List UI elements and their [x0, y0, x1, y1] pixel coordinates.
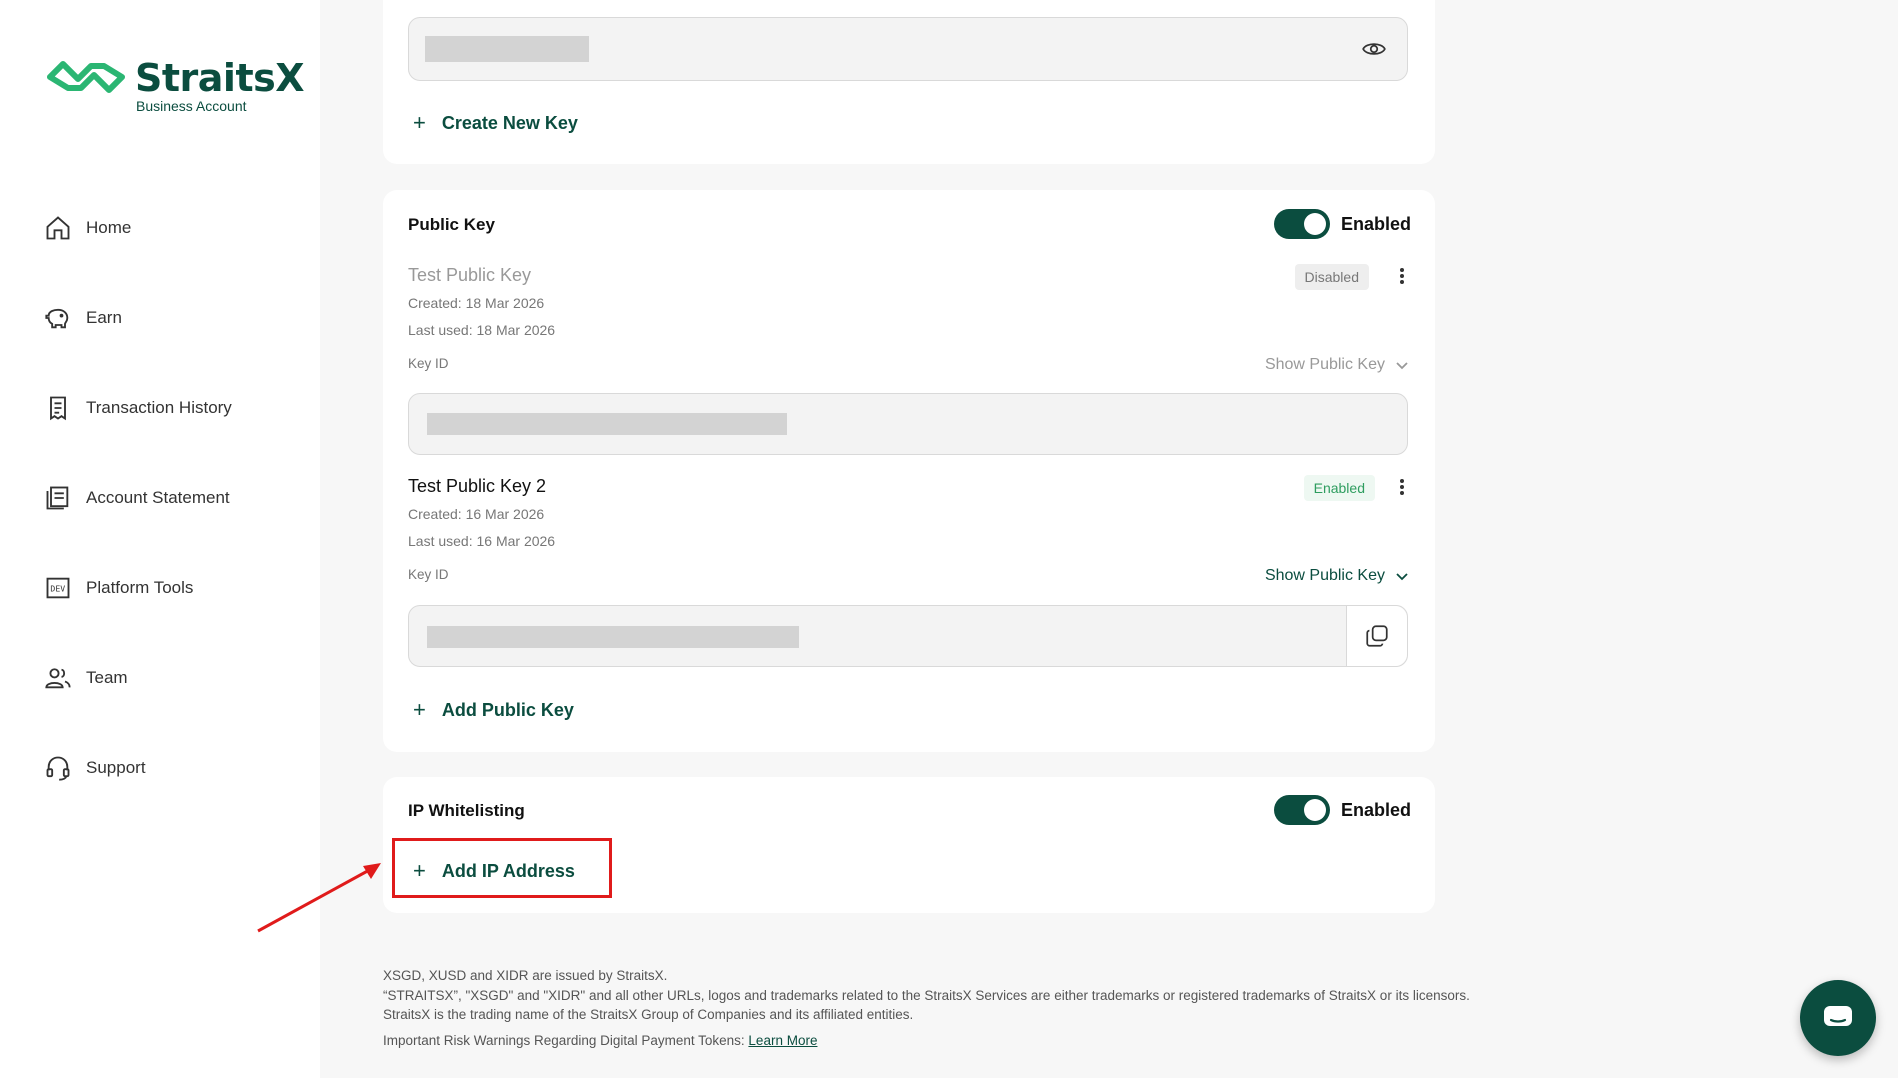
chat-button[interactable]	[1800, 980, 1876, 1056]
statement-icon	[46, 486, 69, 510]
more-options-icon[interactable]	[1399, 266, 1405, 286]
api-key-card: + Create New Key	[383, 0, 1435, 164]
sidebar-item-transaction-history[interactable]: Transaction History	[44, 386, 232, 430]
sidebar-item-home[interactable]: Home	[44, 206, 232, 250]
status-badge: Disabled	[1294, 264, 1369, 290]
public-key-card: Public Key Enabled Test Public Key Creat…	[383, 190, 1435, 752]
brand-name: StraitsX	[135, 56, 305, 100]
footer-risk-warning: Important Risk Warnings Regarding Digita…	[383, 1031, 1470, 1051]
show-public-key-label: Show Public Key	[1264, 356, 1385, 373]
sidebar-item-label: Earn	[86, 308, 122, 327]
receipt-icon	[50, 396, 66, 421]
sidebar-item-account-statement[interactable]: Account Statement	[44, 476, 232, 520]
public-key-title: Public Key	[408, 215, 495, 234]
key-created: Created: 16 Mar 2026	[408, 506, 545, 522]
more-options-icon[interactable]	[1399, 477, 1405, 497]
create-new-key-label: Create New Key	[441, 112, 578, 133]
sidebar-nav: Home Earn Transaction History Account St…	[44, 206, 232, 836]
headset-icon	[46, 756, 70, 781]
create-new-key-button[interactable]: + Create New Key	[413, 110, 578, 136]
key-created: Created: 18 Mar 2026	[408, 295, 545, 311]
sidebar-item-earn[interactable]: Earn	[44, 296, 232, 340]
sidebar-item-label: Team	[86, 668, 128, 687]
masked-key	[427, 413, 787, 435]
dev-icon: DEV	[46, 577, 70, 599]
copy-icon	[1366, 625, 1388, 647]
sidebar-item-label: Home	[86, 218, 132, 237]
public-key-field	[408, 605, 1408, 667]
public-key-field	[408, 393, 1408, 455]
add-public-key-label: Add Public Key	[441, 699, 574, 720]
key-id-label: Key ID	[408, 356, 449, 371]
show-public-key-label: Show Public Key	[1264, 567, 1385, 584]
show-public-key-button[interactable]: Show Public Key	[1265, 567, 1409, 585]
footer-line: StraitsX is the trading name of the Stra…	[383, 1007, 914, 1022]
key-id-label: Key ID	[408, 567, 449, 582]
sidebar-item-support[interactable]: Support	[44, 746, 232, 790]
sidebar-item-label: Platform Tools	[86, 578, 194, 597]
plus-icon: +	[413, 697, 426, 722]
toggle-label: Enabled	[1340, 799, 1411, 820]
learn-more-link[interactable]: Learn More	[748, 1033, 817, 1048]
toggle-switch[interactable]	[1273, 795, 1330, 825]
footer-line: XSGD, XUSD and XIDR are issued by Strait…	[383, 968, 668, 983]
eye-icon[interactable]	[1361, 36, 1387, 62]
sidebar-item-label: Support	[86, 758, 146, 777]
straitsx-logo-mark	[47, 61, 125, 93]
annotation-arrow	[257, 863, 381, 933]
show-public-key-button[interactable]: Show Public Key	[1265, 356, 1409, 374]
key-last-used: Last used: 16 Mar 2026	[408, 533, 556, 549]
masked-key	[427, 626, 799, 648]
key-last-used: Last used: 18 Mar 2026	[408, 322, 556, 338]
team-icon	[45, 668, 71, 689]
copy-button[interactable]	[1346, 606, 1407, 666]
chat-icon	[1824, 1006, 1852, 1026]
sidebar-item-team[interactable]: Team	[44, 656, 232, 700]
masked-key	[425, 36, 589, 62]
key-name: Test Public Key	[408, 265, 532, 285]
add-public-key-button[interactable]: + Add Public Key	[413, 697, 574, 723]
brand-subtitle: Business Account	[136, 98, 247, 114]
toggle-label: Enabled	[1340, 213, 1411, 234]
api-key-field	[408, 17, 1408, 81]
toggle-switch[interactable]	[1273, 209, 1330, 239]
svg-text:DEV: DEV	[50, 584, 65, 594]
sidebar-item-platform-tools[interactable]: DEV Platform Tools	[44, 566, 232, 610]
key-name: Test Public Key 2	[408, 476, 547, 496]
sidebar-item-label: Account Statement	[86, 488, 230, 507]
piggy-bank-icon	[45, 308, 69, 329]
footer-line: Important Risk Warnings Regarding Digita…	[383, 1032, 749, 1048]
footer: XSGD, XUSD and XIDR are issued by Strait…	[383, 966, 1470, 1050]
sidebar-item-label: Transaction History	[86, 398, 232, 417]
ip-whitelisting-title: IP Whitelisting	[408, 801, 525, 820]
plus-icon: +	[413, 110, 426, 135]
footer-line: “STRAITSX”, "XSGD" and "XIDR" and all ot…	[383, 987, 1470, 1003]
chevron-down-icon	[1396, 573, 1408, 581]
status-badge: Enabled	[1303, 475, 1375, 501]
ip-whitelisting-toggle[interactable]: Enabled	[1273, 795, 1411, 825]
straitsx-logo[interactable]: StraitsX Business Account	[46, 56, 305, 116]
home-icon	[46, 216, 70, 240]
annotation-highlight-box	[392, 838, 612, 898]
public-key-toggle[interactable]: Enabled	[1273, 209, 1411, 239]
chevron-down-icon	[1396, 362, 1408, 370]
